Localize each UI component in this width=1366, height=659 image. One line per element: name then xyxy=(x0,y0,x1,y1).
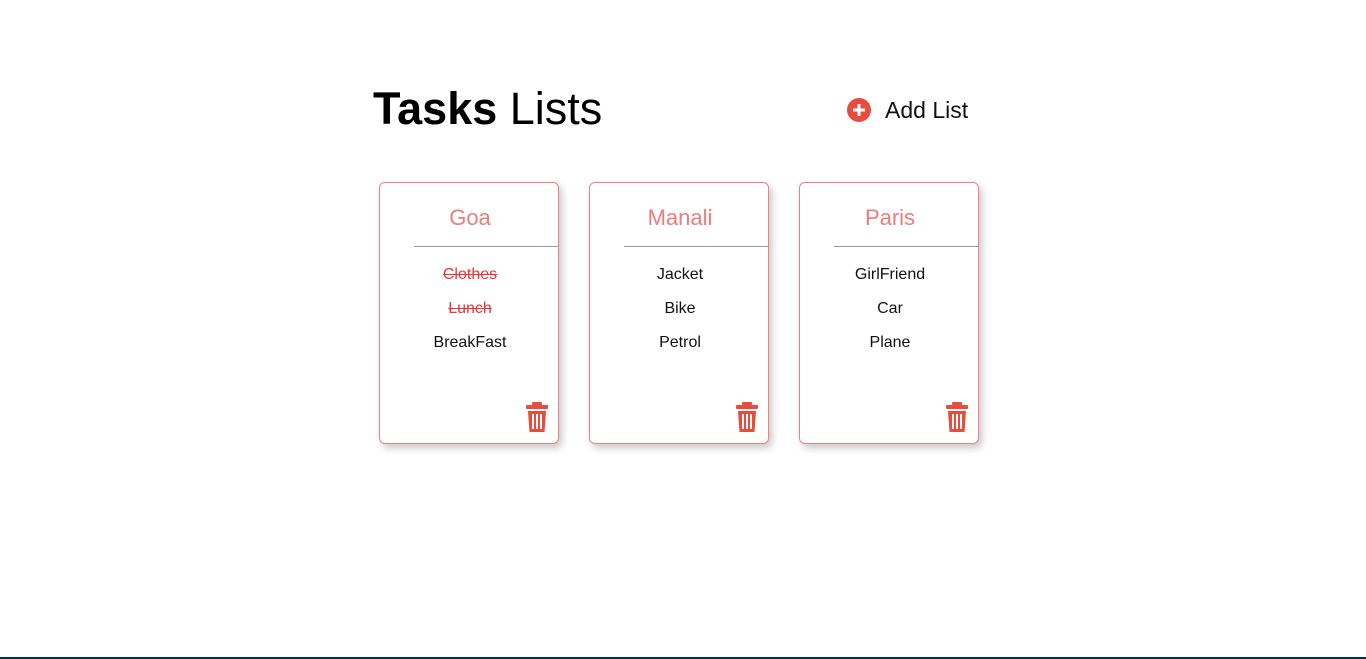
trash-icon[interactable] xyxy=(736,402,758,432)
page: Tasks Lists Add List Goa Clothes Lunch B… xyxy=(0,0,1366,659)
add-list-button[interactable]: Add List xyxy=(847,96,968,124)
task-lists: Goa Clothes Lunch BreakFast Manali Jacke… xyxy=(379,182,979,444)
list-title: Paris xyxy=(864,205,916,230)
page-title-bold: Tasks xyxy=(373,83,498,134)
page-title-rest: Lists xyxy=(509,83,603,134)
task-list: Clothes Lunch BreakFast xyxy=(380,265,560,367)
task-item[interactable]: BreakFast xyxy=(380,333,560,367)
divider xyxy=(414,246,559,247)
list-title: Manali xyxy=(647,205,713,230)
header: Tasks Lists Add List xyxy=(373,84,973,136)
task-item[interactable]: Lunch xyxy=(380,299,560,333)
task-item[interactable]: Car xyxy=(800,299,980,333)
list-card: Manali Jacket Bike Petrol xyxy=(589,182,769,444)
task-item[interactable]: Plane xyxy=(800,333,980,367)
list-title: Goa xyxy=(449,205,491,230)
task-item[interactable]: Clothes xyxy=(380,265,560,299)
plus-circle-icon xyxy=(847,98,871,122)
task-list: Jacket Bike Petrol xyxy=(590,265,770,367)
divider xyxy=(834,246,979,247)
task-item[interactable]: Petrol xyxy=(590,333,770,367)
page-title: Tasks Lists xyxy=(373,84,602,134)
list-card: Goa Clothes Lunch BreakFast xyxy=(379,182,559,444)
task-item[interactable]: Jacket xyxy=(590,265,770,299)
add-list-label: Add List xyxy=(885,96,969,123)
trash-icon[interactable] xyxy=(946,402,968,432)
task-item[interactable]: Bike xyxy=(590,299,770,333)
list-card: Paris GirlFriend Car Plane xyxy=(799,182,979,444)
task-list: GirlFriend Car Plane xyxy=(800,265,980,367)
trash-icon[interactable] xyxy=(526,402,548,432)
divider xyxy=(624,246,769,247)
task-item[interactable]: GirlFriend xyxy=(800,265,980,299)
